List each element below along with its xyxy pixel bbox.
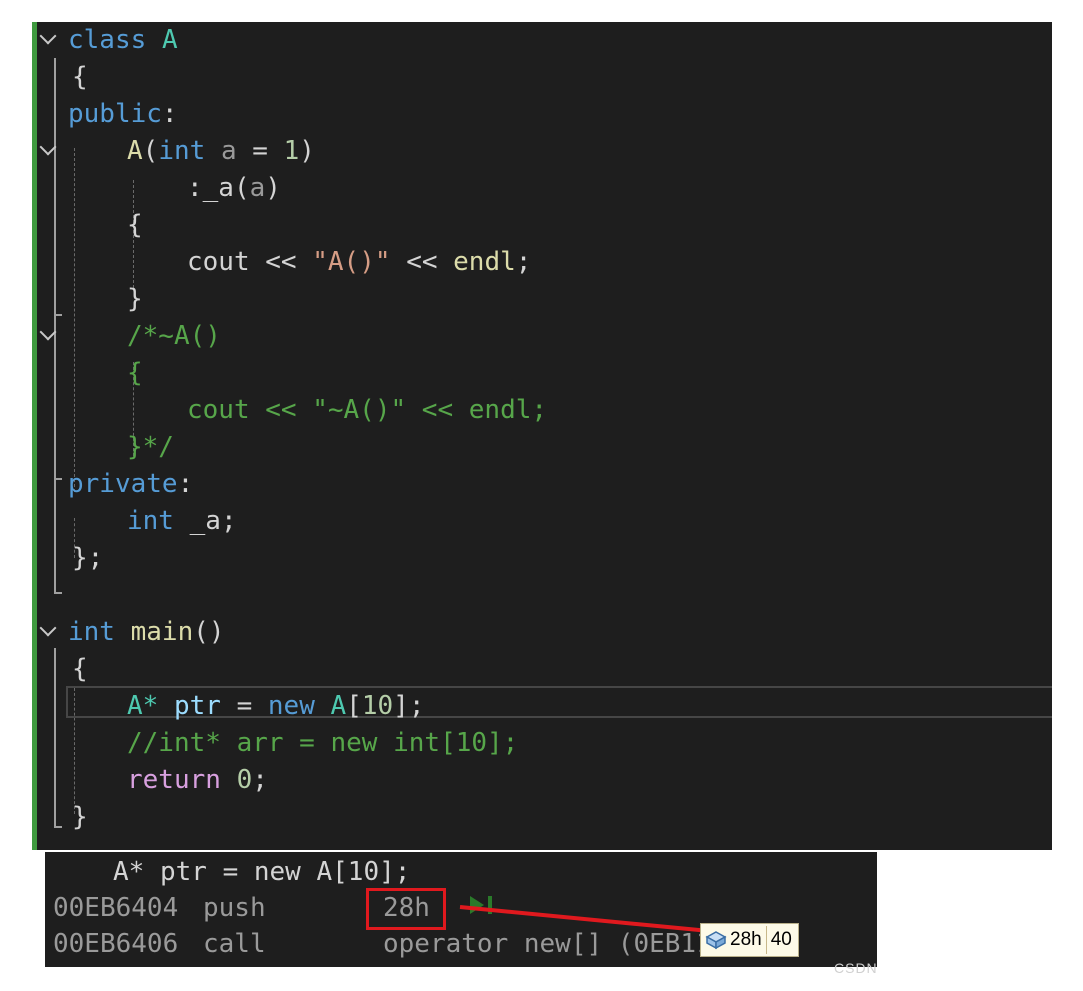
- code-line-8[interactable]: }: [32, 281, 1052, 318]
- class-name: A: [161, 25, 178, 55]
- code-line-9[interactable]: /*~A(): [32, 318, 1052, 355]
- code-line-17[interactable]: {: [32, 651, 1052, 688]
- code-line-12[interactable]: }*/: [32, 429, 1052, 466]
- datatip-decimal-value: 40: [770, 929, 792, 950]
- collapse-chevron-icon[interactable]: [42, 328, 54, 340]
- code-line-4[interactable]: A(int a = 1): [32, 133, 1052, 170]
- code-line-2[interactable]: {: [32, 59, 1052, 96]
- cout: cout: [187, 247, 250, 277]
- disasm-address: 00EB6406: [53, 929, 179, 959]
- constructor-name: A: [127, 136, 143, 166]
- code-line-15[interactable]: };: [32, 540, 1052, 577]
- comment: /*~A(): [127, 321, 221, 351]
- datatip-hex-value: 28h: [730, 929, 762, 950]
- comment: {: [127, 358, 143, 388]
- keyword: class: [68, 25, 147, 55]
- access-specifier: public: [68, 99, 162, 129]
- member: _a: [202, 173, 234, 203]
- comment: cout << "~A()" << endl;: [187, 395, 548, 425]
- code-editor[interactable]: class A { public: A(int a = 1) :_a(a) { …: [32, 22, 1052, 850]
- member: _a: [189, 506, 221, 536]
- collapse-chevron-icon[interactable]: [42, 624, 54, 636]
- disasm-mnemonic: call: [203, 929, 266, 959]
- function-name: main: [130, 617, 194, 647]
- code-line-10[interactable]: {: [32, 355, 1052, 392]
- return-keyword: return: [127, 765, 221, 795]
- code-line-21[interactable]: }: [32, 799, 1052, 836]
- code-line-16[interactable]: int main(): [32, 614, 1052, 651]
- disasm-operand[interactable]: operator new[] (0EB11: [383, 926, 712, 962]
- comment: }*/: [127, 432, 174, 462]
- instruction-pointer-icon: [470, 896, 484, 914]
- code-line-11[interactable]: cout << "~A()" << endl;: [32, 392, 1052, 429]
- string-literal: "A()": [312, 247, 391, 277]
- disasm-address: 00EB6404: [53, 893, 179, 923]
- parameter: a: [220, 136, 237, 166]
- code-line-20[interactable]: return 0;: [32, 762, 1052, 799]
- cube-icon: [705, 931, 727, 950]
- code-line-18[interactable]: A* ptr = new A[10];: [32, 688, 1052, 725]
- code-line-3[interactable]: public:: [32, 96, 1052, 133]
- brace: {: [72, 62, 88, 92]
- datatip[interactable]: 28h 40: [700, 923, 799, 957]
- code-line-6[interactable]: {: [32, 207, 1052, 244]
- code-line-19[interactable]: //int* arr = new int[10];: [32, 725, 1052, 762]
- code-line-5[interactable]: :_a(a): [32, 170, 1052, 207]
- disasm-source-line: A* ptr = new A[10];: [113, 857, 411, 887]
- watermark: CSDN: [834, 960, 878, 976]
- code-line-13[interactable]: private:: [32, 466, 1052, 503]
- disasm-mnemonic: push: [203, 893, 266, 923]
- comment: //int* arr = new int[10];: [127, 728, 519, 758]
- collapse-chevron-icon[interactable]: [42, 143, 54, 155]
- access-specifier: private: [68, 469, 178, 499]
- variable: ptr: [173, 691, 221, 721]
- collapse-chevron-icon[interactable]: [42, 32, 54, 44]
- code-line-1[interactable]: class A: [32, 22, 1052, 59]
- datatip-separator: [765, 926, 767, 954]
- highlight-box: [366, 888, 446, 930]
- endl: endl: [453, 247, 516, 277]
- code-line-7[interactable]: cout << "A()" << endl;: [32, 244, 1052, 281]
- code-line-14[interactable]: int _a;: [32, 503, 1052, 540]
